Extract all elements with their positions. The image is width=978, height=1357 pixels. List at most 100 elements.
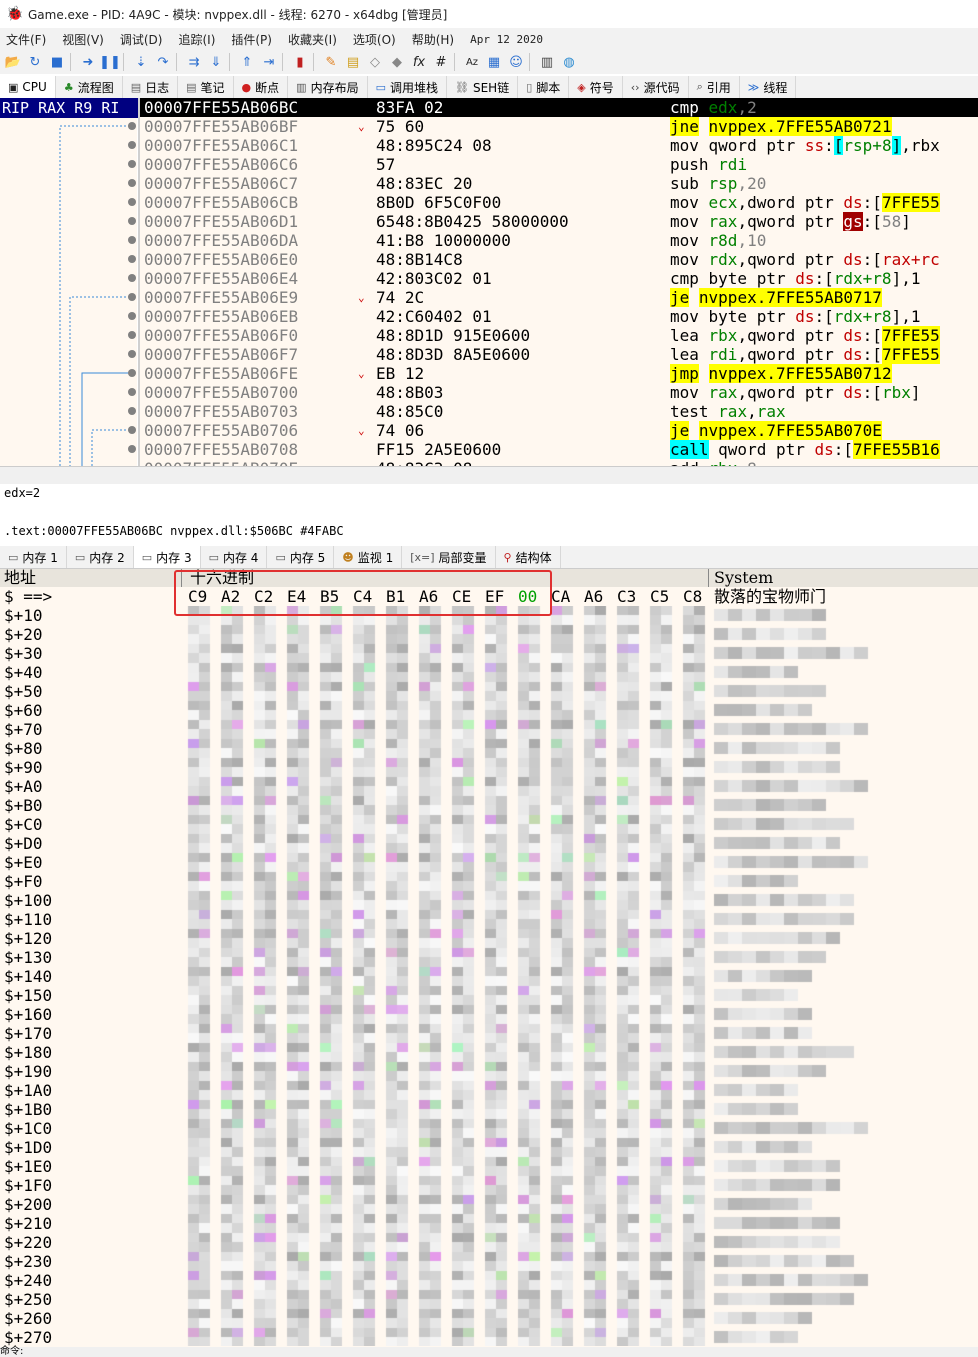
globe-icon[interactable]: ◍	[560, 53, 578, 71]
dump-address[interactable]: $+130	[4, 948, 52, 967]
step-over-icon[interactable]: ↷	[154, 53, 172, 71]
disassembly-row[interactable]: 00007FFE55AB0703 48:85C0 test rax,rax	[140, 402, 978, 421]
dump-address[interactable]: $+160	[4, 1005, 52, 1024]
dump-address[interactable]: $+F0	[4, 872, 52, 891]
menu-item[interactable]: 选项(O)	[353, 31, 396, 48]
dump-address[interactable]: $+110	[4, 910, 52, 929]
run-icon[interactable]: ➜	[79, 53, 97, 71]
trace-over-icon[interactable]: ⇓	[207, 53, 225, 71]
function-icon[interactable]: fx	[410, 53, 428, 71]
tab-item[interactable]: ▥ 内存布局	[288, 76, 368, 98]
dump-address[interactable]: $+E0	[4, 853, 52, 872]
menu-item[interactable]: 追踪(I)	[178, 31, 215, 48]
dump-address[interactable]: $+270	[4, 1328, 52, 1347]
execute-till-return-icon[interactable]: ⇑	[238, 53, 256, 71]
dump-address[interactable]: $+170	[4, 1024, 52, 1043]
hex-byte[interactable]: C8	[683, 587, 716, 606]
dump-address[interactable]: $+1B0	[4, 1100, 52, 1119]
tab-item[interactable]: ▤ 日志	[123, 76, 179, 98]
tab-item[interactable]: ◈ 符号	[569, 76, 623, 98]
disassembly-row[interactable]: 00007FFE55AB06C1 48:895C24 08 mov qword pt…	[140, 136, 978, 155]
dump-tab[interactable]: ▭ 内存 1	[0, 546, 67, 568]
dump-address[interactable]: $+20	[4, 625, 52, 644]
dump-address[interactable]: $+1E0	[4, 1157, 52, 1176]
dump-address[interactable]: $+120	[4, 929, 52, 948]
disassembly-row[interactable]: 00007FFE55AB06EB 42:C60402 01 mov byte ptr…	[140, 307, 978, 326]
open-icon[interactable]: 📂	[4, 53, 22, 71]
tab-item[interactable]: ⛓ SEH链	[447, 76, 519, 98]
horizontal-scrollbar[interactable]	[0, 466, 978, 485]
tab-item[interactable]: ≫ 线程	[740, 76, 797, 98]
disassembly-row[interactable]: 00007FFE55AB0706 ⌄ 74 06 je nvppex.7FFE55AB…	[140, 421, 978, 440]
hex-byte[interactable]: A6	[584, 587, 617, 606]
column-ascii-header[interactable]: System	[714, 569, 773, 587]
dump-address[interactable]: $+260	[4, 1309, 52, 1328]
disassembly-row[interactable]: 00007FFE55AB06E4 42:803C02 01 cmp byte ptr…	[140, 269, 978, 288]
disassembly-row[interactable]: 00007FFE55AB06E0 48:8B14C8 mov rdx,qword p…	[140, 250, 978, 269]
hex-byte[interactable]: C5	[650, 587, 683, 606]
disassembly-row[interactable]: 00007FFE55AB070E 48:83C3 08 add rbx,8	[140, 459, 978, 466]
dump-address[interactable]: $+70	[4, 720, 52, 739]
menu-item[interactable]: 视图(V)	[62, 31, 104, 48]
dump-address[interactable]: $+230	[4, 1252, 52, 1271]
dump-address[interactable]: $+80	[4, 739, 52, 758]
disassembly-row[interactable]: 00007FFE55AB06C7 48:83EC 20 sub rsp,20	[140, 174, 978, 193]
dump-address[interactable]: $+50	[4, 682, 52, 701]
dump-address[interactable]: $+10	[4, 606, 52, 625]
trace-into-icon[interactable]: ⇉	[185, 53, 203, 71]
disassembly-row[interactable]: 00007FFE55AB06DA 41:B8 10000000 mov r8d,10	[140, 231, 978, 250]
dump-address[interactable]: $+100	[4, 891, 52, 910]
dump-address[interactable]: $+40	[4, 663, 52, 682]
ascii-row-first[interactable]: 散落的宝物师门	[714, 587, 826, 606]
dump-tab[interactable]: ▭ 内存 5	[267, 546, 335, 568]
dump-tab[interactable]: ⚲ 结构体	[496, 546, 561, 568]
tab-item[interactable]: ▯ 脚本	[518, 76, 570, 98]
disassembly-row[interactable]: 00007FFE55AB0700 48:8B03 mov rax,qword ptr…	[140, 383, 978, 402]
font-icon[interactable]: Aᴢ	[463, 53, 481, 71]
comment-icon[interactable]: ▤	[344, 53, 362, 71]
dump-tab[interactable]: ▭ 内存 3	[133, 546, 201, 568]
step-into-icon[interactable]: ⇣	[132, 53, 150, 71]
menu-item[interactable]: 收藏夹(I)	[288, 31, 337, 48]
patch-icon[interactable]: ✎	[322, 53, 340, 71]
disassembly-row[interactable]: 00007FFE55AB06D1 6548:8B0425 58000000 mov …	[140, 212, 978, 231]
script-icon[interactable]: ▦	[485, 53, 503, 71]
menu-item[interactable]: 文件(F)	[6, 31, 46, 48]
menu-item[interactable]: 插件(P)	[231, 31, 272, 48]
disassembly-view[interactable]: 00007FFE55AB06BC 83FA 02 cmp edx,2 00007FFE…	[140, 98, 978, 466]
dump-address[interactable]: $+190	[4, 1062, 52, 1081]
dump-address[interactable]: $+150	[4, 986, 52, 1005]
disassembly-row[interactable]: 00007FFE55AB06CB 8B0D 6F5C0F00 mov ecx,dwo…	[140, 193, 978, 212]
tab-item[interactable]: ♣ 流程图	[56, 76, 123, 98]
disassembly-row[interactable]: 00007FFE55AB06BF ⌄ 75 60 jne nvppex.7FFE55A…	[140, 117, 978, 136]
dump-address[interactable]: $+140	[4, 967, 52, 986]
dump-address[interactable]: $+60	[4, 701, 52, 720]
dump-address[interactable]: $+220	[4, 1233, 52, 1252]
hex-byte[interactable]: C3	[617, 587, 650, 606]
dump-address[interactable]: $+1A0	[4, 1081, 52, 1100]
dump-tab[interactable]: ▭ 内存 2	[67, 546, 134, 568]
scylla-icon[interactable]: ▮	[291, 53, 309, 71]
user-icon[interactable]: ☺	[507, 53, 525, 71]
menu-item[interactable]: 帮助(H)	[412, 31, 454, 48]
stop-icon[interactable]: ■	[48, 53, 66, 71]
tab-item[interactable]: ‹› 源代码	[623, 76, 689, 98]
dump-tab[interactable]: ☻ 监视 1	[334, 546, 403, 568]
dump-tab[interactable]: ▭ 内存 4	[201, 546, 268, 568]
column-address-header[interactable]: 地址	[4, 569, 36, 587]
memory-dump-view[interactable]: $ ==> $+10 $+20 $+30 $+40 $+50 $+60 $+70 $+80 $+9…	[0, 587, 978, 1347]
menu-item[interactable]: 调试(D)	[120, 31, 163, 48]
disassembly-row[interactable]: 00007FFE55AB06BC 83FA 02 cmp edx,2	[140, 98, 978, 117]
dump-address[interactable]: $+90	[4, 758, 52, 777]
dump-address[interactable]: $+210	[4, 1214, 52, 1233]
disassembly-row[interactable]: 00007FFE55AB06FE ⌄ EB 12 jmp nvppex.7FFE55A…	[140, 364, 978, 383]
dump-address[interactable]: $+D0	[4, 834, 52, 853]
dump-address[interactable]: $+A0	[4, 777, 52, 796]
dump-tab[interactable]: [x=] 局部变量	[402, 546, 496, 568]
dump-address[interactable]: $+180	[4, 1043, 52, 1062]
tab-item[interactable]: ⌕ 引用	[689, 76, 740, 98]
label-icon[interactable]: ◇	[366, 53, 384, 71]
dump-address[interactable]: $ ==>	[4, 587, 52, 606]
hash-icon[interactable]: #	[432, 53, 450, 71]
disassembly-row[interactable]: 00007FFE55AB06E9 ⌄ 74 2C je nvppex.7FFE55AB…	[140, 288, 978, 307]
